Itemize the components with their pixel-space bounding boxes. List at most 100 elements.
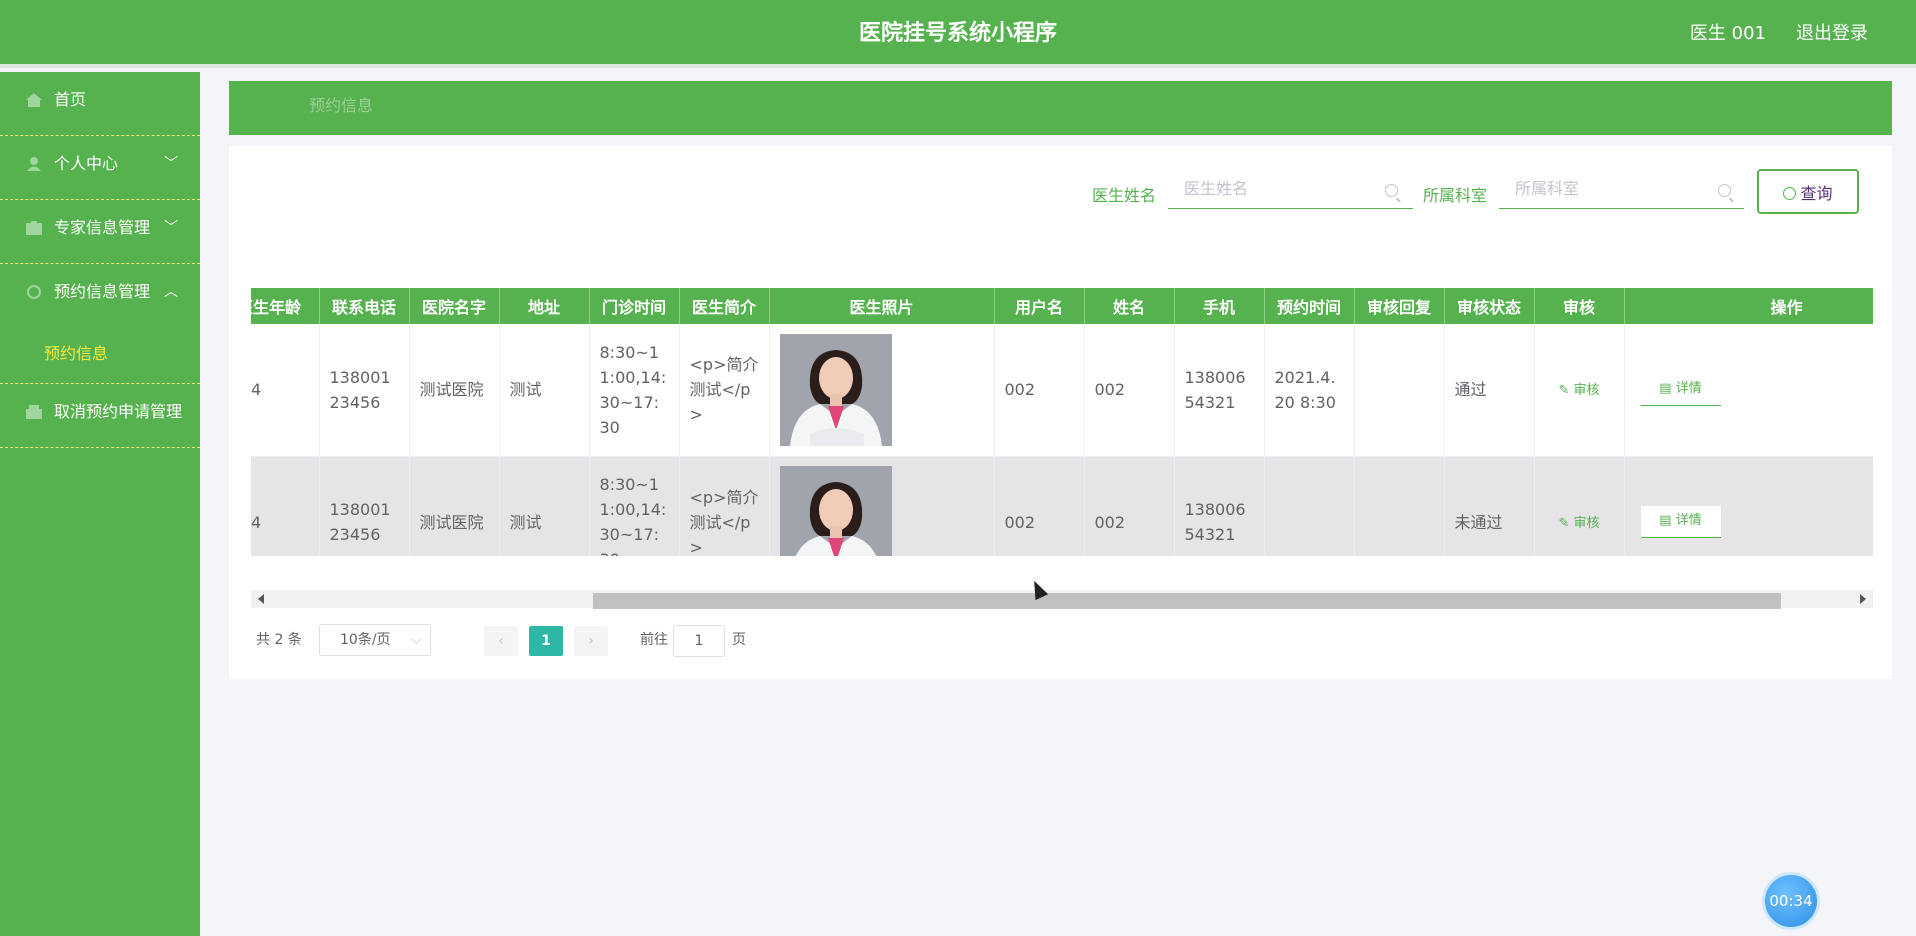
- user-icon: [27, 157, 41, 171]
- goto-label: 前往: [640, 632, 668, 648]
- sidebar-item-personal-center[interactable]: 个人中心 ﹀: [0, 136, 200, 200]
- cell-status: 通过: [1444, 324, 1535, 457]
- next-page-button[interactable]: ›: [574, 626, 608, 656]
- sidebar-item-appointment-management[interactable]: 预约信息管理 ︿: [0, 264, 200, 328]
- detail-label: 详情: [1675, 513, 1702, 528]
- page-size-select[interactable]: 10条/页 ⌵: [319, 624, 431, 656]
- breadcrumb-current: 预约信息: [309, 96, 374, 115]
- cell-phone: 13800123456: [319, 324, 410, 457]
- search-icon: [1718, 184, 1731, 197]
- cancel-icon: [26, 405, 42, 419]
- cell-review: ✎ 审核: [1534, 324, 1625, 457]
- search-icon: [1385, 184, 1398, 197]
- scrollbar-thumb[interactable]: [593, 593, 1781, 609]
- search-icon: [1783, 186, 1797, 200]
- review-label: 审核: [1573, 515, 1600, 531]
- cell-username: 002: [994, 324, 1085, 457]
- sidebar-item-cancel-management[interactable]: 取消预约申请管理: [0, 384, 200, 448]
- cell-status: 未通过: [1444, 456, 1535, 556]
- column-header: 门诊时间: [589, 288, 680, 324]
- sidebar-item-label: 首页: [54, 90, 87, 109]
- cell-actions: ▤ 详情: [1624, 324, 1873, 457]
- column-header: 预约时间: [1264, 288, 1355, 324]
- column-header: 用户名: [994, 288, 1085, 324]
- review-button[interactable]: ✎ 审核: [1558, 516, 1599, 531]
- review-button[interactable]: ✎ 审核: [1558, 383, 1599, 398]
- cell-time: [1264, 456, 1355, 556]
- app-title: 医院挂号系统小程序: [858, 21, 1057, 46]
- sidebar-item-label: 预约信息管理: [54, 282, 151, 301]
- prev-page-button[interactable]: ‹: [484, 626, 518, 656]
- cell-age: 4: [251, 456, 320, 556]
- edit-icon: ✎: [1558, 383, 1574, 399]
- cell-review: ✎ 审核: [1534, 456, 1625, 556]
- table-horizontal-scrollbar[interactable]: [251, 590, 1873, 609]
- table-row: 4 13800123456 测试医院 测试 8:30~11:00,14:30~1…: [251, 324, 1873, 457]
- cell-address: 测试: [499, 456, 590, 556]
- cell-phone: 13800123456: [319, 456, 410, 556]
- column-header: 审核状态: [1444, 288, 1535, 324]
- chevron-down-icon: ﹀: [164, 220, 178, 236]
- home-icon: [26, 93, 42, 107]
- cell-name: 002: [1084, 324, 1175, 457]
- cell-actions: ▤ 详情: [1624, 456, 1873, 556]
- document-icon: ▤: [1659, 380, 1676, 396]
- sidebar-item-label: 专家信息管理: [54, 218, 151, 237]
- sidebar-item-label: 取消预约申请管理: [54, 402, 183, 421]
- cell-mobile: 13800654321: [1174, 456, 1265, 556]
- current-user: 医生 001: [1689, 23, 1766, 44]
- sidebar-item-home[interactable]: 首页: [0, 72, 200, 136]
- appointment-icon: [27, 285, 41, 299]
- doctor-name-input[interactable]: [1168, 169, 1413, 209]
- cell-username: 002: [994, 456, 1085, 556]
- cell-intro: <p>简介测试</p>: [679, 324, 770, 457]
- department-label: 所属科室: [1423, 186, 1488, 205]
- scroll-right-icon[interactable]: [1860, 594, 1866, 604]
- goto-unit: 页: [732, 632, 746, 648]
- column-header: 手机: [1174, 288, 1265, 324]
- timer-bubble[interactable]: 00:34: [1762, 872, 1820, 930]
- total-count: 共 2 条: [256, 632, 302, 648]
- cell-photo: [769, 324, 995, 457]
- cell-intro: <p>简介测试</p>: [679, 456, 770, 556]
- cell-hours: 8:30~11:00,14:30~17:30: [589, 324, 680, 457]
- cell-address: 测试: [499, 324, 590, 457]
- appointment-table[interactable]: 医生年龄 联系电话 医院名字 地址 门诊时间 医生简介 医生照片 用户名 姓名 …: [251, 288, 1873, 556]
- detail-label: 详情: [1675, 380, 1702, 396]
- department-input[interactable]: [1499, 169, 1744, 209]
- cell-age: 4: [251, 324, 320, 457]
- cell-reply: [1354, 324, 1445, 457]
- table-header-row: 医生年龄 联系电话 医院名字 地址 门诊时间 医生简介 医生照片 用户名 姓名 …: [251, 288, 1873, 324]
- cell-photo: [769, 456, 995, 556]
- expert-icon: [26, 221, 42, 235]
- doctor-photo: [779, 466, 892, 556]
- column-header: 医生简介: [679, 288, 770, 324]
- column-header: 审核回复: [1354, 288, 1445, 324]
- top-bar: 医院挂号系统小程序 医生 001 退出登录: [0, 0, 1916, 68]
- doctor-name-label: 医生姓名: [1092, 186, 1157, 205]
- column-header: 姓名: [1084, 288, 1175, 324]
- scroll-left-icon[interactable]: [258, 594, 264, 604]
- cell-hospital: 测试医院: [409, 324, 500, 457]
- sidebar-item-expert-management[interactable]: 专家信息管理 ﹀: [0, 200, 200, 264]
- column-header: 操作: [1624, 288, 1873, 324]
- main-panel: 医生姓名 所属科室 查询 医生年龄 联系电话 医院名字 地址 门诊时间 医生简介: [229, 146, 1892, 679]
- detail-button[interactable]: ▤ 详情: [1640, 506, 1721, 538]
- query-button[interactable]: 查询: [1757, 169, 1859, 214]
- document-icon: ▤: [1659, 513, 1676, 528]
- chevron-down-icon: ⌵: [411, 632, 422, 648]
- column-header: 审核: [1534, 288, 1625, 324]
- page-size-value: 10条/页: [340, 632, 391, 648]
- cell-hours: 8:30~11:00,14:30~17:30: [589, 456, 680, 556]
- cell-mobile: 13800654321: [1174, 324, 1265, 457]
- doctor-photo: [779, 333, 892, 446]
- cell-reply: [1354, 456, 1445, 556]
- detail-button[interactable]: ▤ 详情: [1640, 373, 1721, 406]
- page-number-current[interactable]: 1: [529, 626, 563, 656]
- sidebar-subitem-appointment-info[interactable]: 预约信息: [0, 328, 200, 384]
- goto-page-input[interactable]: [673, 625, 725, 657]
- chevron-up-icon: ︿: [164, 284, 178, 300]
- logout-link[interactable]: 退出登录: [1796, 0, 1868, 68]
- sidebar-item-label: 个人中心: [54, 154, 119, 173]
- table-row: 4 13800123456 测试医院 测试 8:30~11:00,14:30~1…: [251, 456, 1873, 556]
